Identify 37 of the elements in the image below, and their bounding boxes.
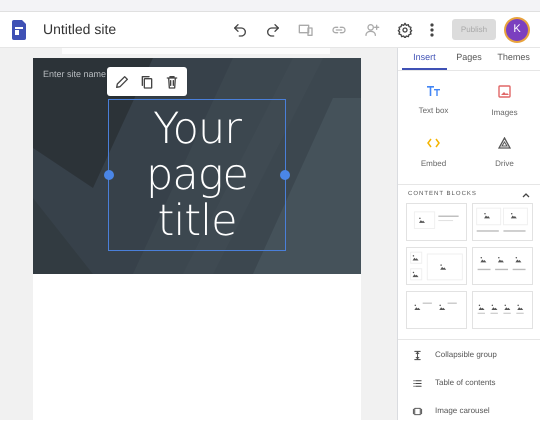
layout-thumbnail[interactable]	[472, 203, 533, 241]
image-icon	[498, 84, 511, 98]
add-person-icon[interactable]	[364, 22, 380, 38]
expand-vertical-icon	[412, 350, 423, 360]
layout-thumbnail[interactable]	[406, 247, 467, 285]
insert-option[interactable]: Drive	[495, 158, 514, 170]
sites-logo[interactable]	[12, 20, 26, 40]
layout-thumbnail[interactable]	[406, 203, 467, 241]
layout-thumbnail[interactable]	[472, 247, 533, 285]
insert-option[interactable]: Image carousel	[435, 405, 490, 417]
insert-option[interactable]: Collapsible group	[435, 349, 497, 361]
chevron-icon[interactable]	[522, 192, 530, 198]
redo-icon[interactable]	[265, 22, 281, 38]
insert-option[interactable]: Table of contents	[435, 377, 496, 389]
site-title[interactable]: Untitled site	[43, 19, 116, 40]
list-icon	[412, 378, 423, 388]
layout-thumbnail[interactable]	[472, 291, 533, 329]
edit-icon[interactable]	[114, 74, 130, 90]
insert-option[interactable]: Text box	[418, 104, 448, 117]
layout-thumbnail[interactable]	[406, 291, 467, 329]
insert-option[interactable]: Embed	[420, 158, 446, 170]
sidebar-tab[interactable]: Themes	[491, 48, 536, 70]
undo-icon[interactable]	[232, 22, 248, 38]
text-format-icon	[427, 84, 440, 96]
sidebar-tab[interactable]: Pages	[446, 48, 492, 70]
triangle-icon	[498, 136, 511, 149]
code-icon	[427, 136, 440, 149]
avatar[interactable]: K	[506, 18, 528, 40]
site-name-field[interactable]: Enter site name	[43, 68, 106, 82]
carousel-icon	[412, 406, 423, 416]
copy-icon[interactable]	[138, 74, 155, 90]
sidebar-tab[interactable]: Insert	[402, 48, 447, 70]
insert-option[interactable]: Images	[491, 106, 518, 119]
devices-icon[interactable]	[298, 22, 314, 38]
delete-icon[interactable]	[164, 74, 180, 90]
more-icon[interactable]	[430, 22, 434, 36]
settings-icon[interactable]	[397, 22, 413, 38]
